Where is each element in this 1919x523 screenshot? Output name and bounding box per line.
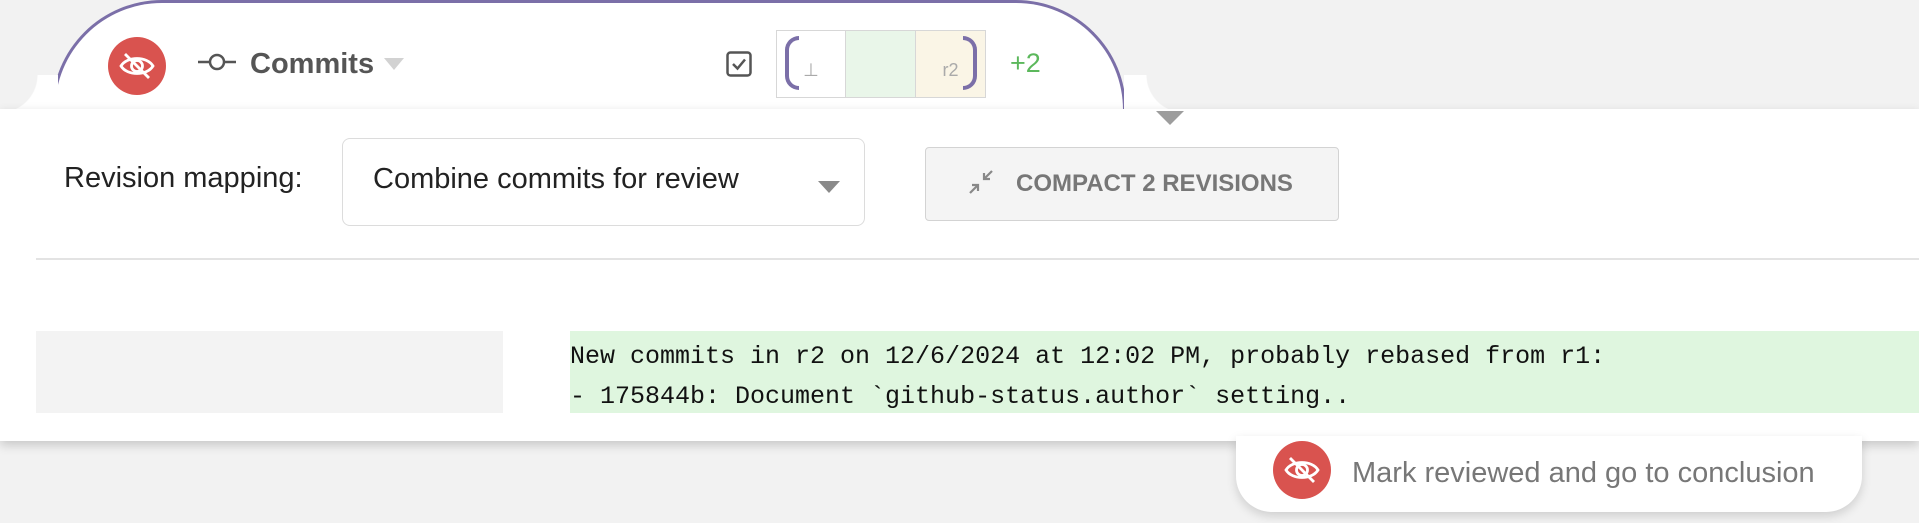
- compact-revisions-button[interactable]: COMPACT 2 REVISIONS: [925, 147, 1339, 221]
- extra-revisions-count[interactable]: +2: [1010, 48, 1041, 79]
- commit-message-line: - 175844b: Document `github-status.autho…: [570, 382, 1351, 411]
- chevron-down-icon: [384, 58, 405, 70]
- revision-range[interactable]: ⊥ r2: [776, 30, 986, 98]
- revision-r1[interactable]: [846, 30, 916, 98]
- old-side-empty: [36, 331, 503, 413]
- mark-reviewed-label: Mark reviewed and go to conclusion: [1352, 457, 1815, 489]
- eye-slash-icon: [1273, 441, 1331, 499]
- mark-reviewed-button[interactable]: Mark reviewed and go to conclusion: [1236, 436, 1862, 512]
- tab-corner-left: [0, 75, 58, 112]
- divider: [36, 258, 1919, 260]
- revision-mapping-label: Revision mapping:: [64, 162, 303, 194]
- commit-message-line: New commits in r2 on 12/6/2024 at 12:02 …: [570, 342, 1606, 371]
- compress-icon: [968, 169, 994, 200]
- eye-slash-icon[interactable]: [108, 37, 166, 95]
- range-start-bracket[interactable]: [785, 36, 799, 90]
- git-commit-icon: [198, 52, 236, 77]
- commits-dropdown[interactable]: Commits: [198, 42, 405, 86]
- compact-revisions-label: COMPACT 2 REVISIONS: [1016, 170, 1293, 197]
- revision-base[interactable]: ⊥: [776, 30, 846, 98]
- select-value: Combine commits for review: [373, 163, 739, 195]
- tab-pointer: [1156, 111, 1184, 125]
- revision-r2[interactable]: r2: [916, 30, 986, 98]
- page-title: Commits: [250, 47, 375, 80]
- revision-mapping-select[interactable]: Combine commits for review: [342, 138, 865, 226]
- range-end-bracket[interactable]: [963, 36, 977, 90]
- checkbox-checked-icon[interactable]: [726, 51, 752, 82]
- commit-message-block: New commits in r2 on 12/6/2024 at 12:02 …: [570, 331, 1919, 413]
- tab-corner-right: [1124, 75, 1184, 112]
- chevron-down-icon: [818, 181, 840, 193]
